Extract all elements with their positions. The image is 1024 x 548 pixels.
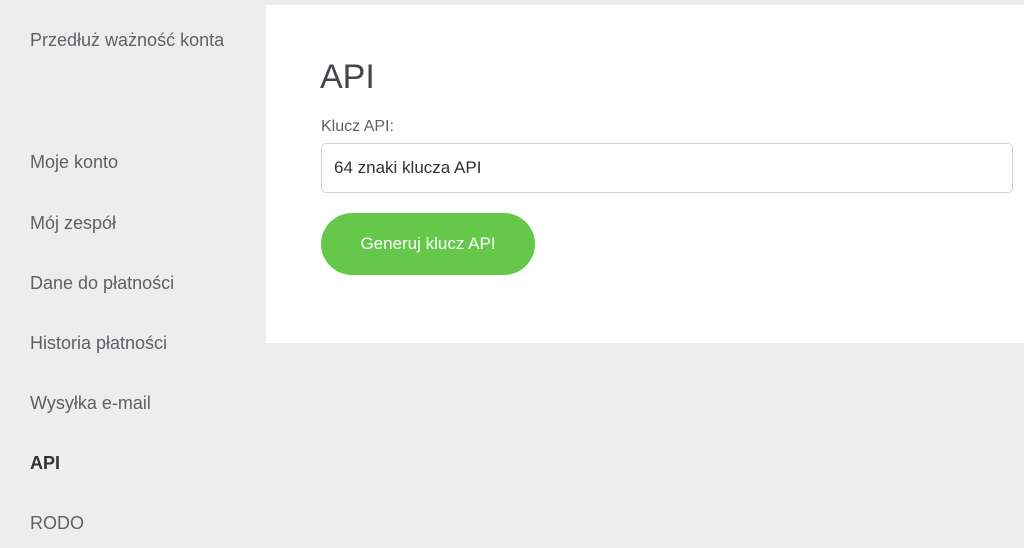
- sidebar: Przedłuż ważność konta Moje konto Mój ze…: [0, 0, 266, 548]
- sidebar-item-my-team[interactable]: Mój zespół: [30, 207, 116, 239]
- sidebar-item-rodo[interactable]: RODO: [30, 507, 84, 539]
- sidebar-item-payment-data[interactable]: Dane do płatności: [30, 267, 174, 299]
- api-key-input[interactable]: [321, 143, 1013, 193]
- sidebar-item-api[interactable]: API: [30, 447, 60, 479]
- generate-api-key-button[interactable]: Generuj klucz API: [321, 213, 535, 275]
- api-panel: API Klucz API: Generuj klucz API: [266, 5, 1024, 343]
- sidebar-item-email-sending[interactable]: Wysyłka e-mail: [30, 387, 151, 419]
- api-key-label: Klucz API:: [321, 118, 394, 135]
- sidebar-item-my-account[interactable]: Moje konto: [30, 146, 118, 178]
- sidebar-item-payment-history[interactable]: Historia płatności: [30, 327, 167, 359]
- page-title: API: [320, 58, 375, 96]
- sidebar-item-extend-account[interactable]: Przedłuż ważność konta: [30, 24, 230, 56]
